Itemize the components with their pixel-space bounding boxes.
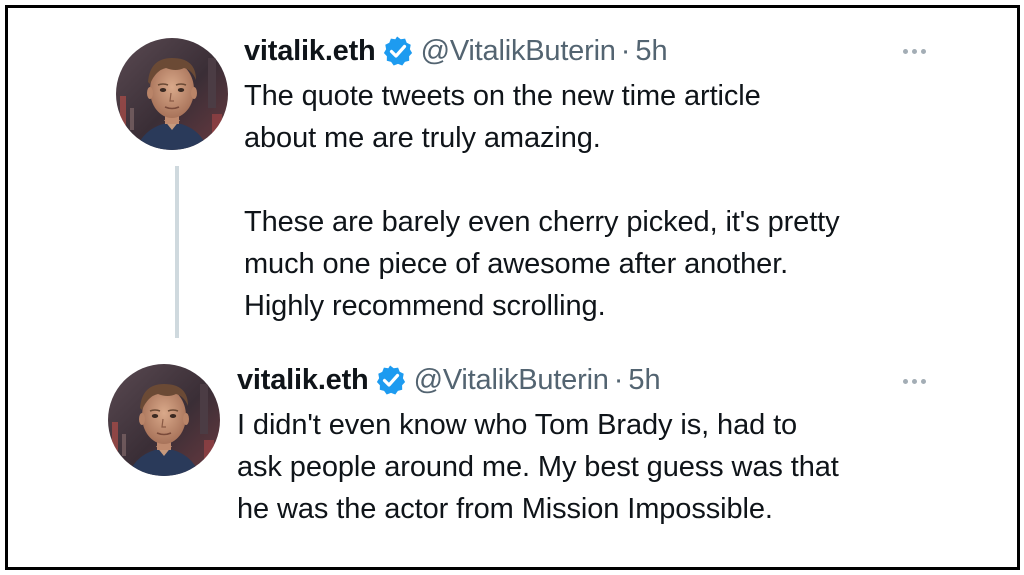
tweet-text-line: Highly recommend scrolling. [244,290,606,322]
separator-dot: · [620,34,631,67]
verified-badge-icon [382,36,413,66]
avatar[interactable] [108,364,220,476]
more-options-icon[interactable] [903,46,926,56]
more-options-icon[interactable] [903,376,926,386]
tweet-text-line: I didn't even know who Tom Brady is, had… [237,409,798,441]
tweet-header: vitalik.eth @VitalikButerin · 5h [244,31,668,71]
display-name[interactable]: vitalik.eth [237,364,369,397]
tweet-text: The quote tweets on the new time article… [244,75,840,327]
tweet-text-line: much one piece of awesome after another. [244,248,789,280]
user-handle[interactable]: @VitalikButerin [421,35,616,68]
tweet-header: vitalik.eth @VitalikButerin · 5h [237,360,661,400]
tweet-text-line: These are barely even cherry picked, it'… [244,206,840,238]
screenshot-frame: vitalik.eth @VitalikButerin · 5h The quo… [5,5,1020,570]
tweet-text: I didn't even know who Tom Brady is, had… [237,404,839,530]
tweet-text-line: The quote tweets on the new time article [244,80,761,112]
thread-connector-line [175,166,179,338]
timestamp[interactable]: 5h [635,35,667,68]
display-name[interactable]: vitalik.eth [244,35,376,68]
avatar[interactable] [116,38,228,150]
verified-badge-icon [375,365,406,395]
separator-dot: · [613,363,624,396]
tweet-text-line [244,159,840,201]
timestamp[interactable]: 5h [628,364,660,397]
tweet-text-line: he was the actor from Mission Impossible… [237,493,773,525]
user-handle[interactable]: @VitalikButerin [414,364,609,397]
tweet-text-line: about me are truly amazing. [244,122,601,154]
tweet-text-line: ask people around me. My best guess was … [237,451,839,483]
